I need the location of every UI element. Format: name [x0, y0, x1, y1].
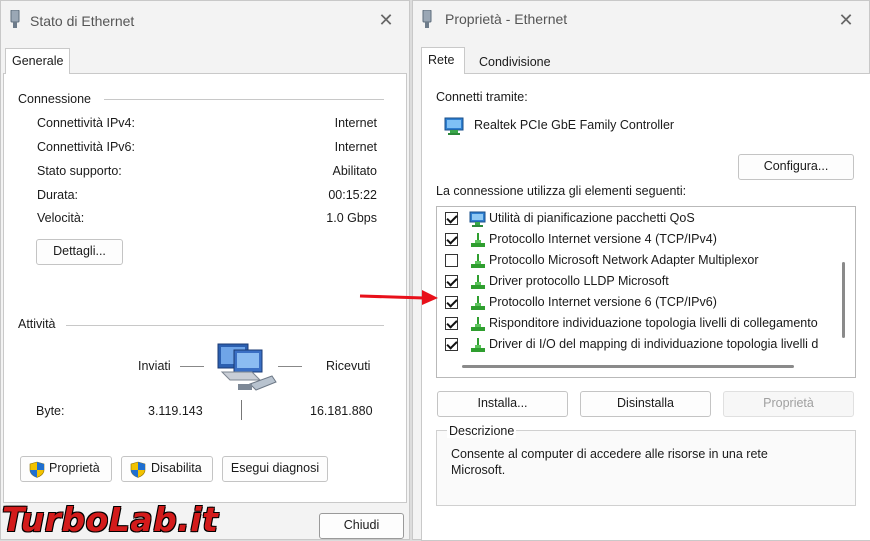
item-checkbox[interactable]	[445, 296, 458, 309]
title-bar: Proprietà - Ethernet ✕	[413, 1, 869, 41]
item-label: Driver protocollo LLDP Microsoft	[489, 274, 669, 288]
item-label: Protocollo Internet versione 4 (TCP/IPv4…	[489, 232, 717, 246]
item-label: Driver di I/O del mapping di individuazi…	[489, 337, 819, 351]
media-state-value: Abilitato	[332, 164, 377, 178]
horizontal-scrollbar[interactable]	[462, 365, 794, 368]
item-checkbox[interactable]	[445, 233, 458, 246]
group-divider	[66, 325, 384, 326]
item-properties-button[interactable]: Proprietà	[723, 391, 854, 417]
activity-divider	[241, 400, 242, 420]
item-checkbox[interactable]	[445, 338, 458, 351]
adapter-name: Realtek PCIe GbE Family Controller	[474, 118, 675, 132]
red-arrow-icon	[359, 290, 438, 305]
title-bar: Stato di Ethernet ✕	[1, 1, 409, 41]
activity-group-label: Attività	[18, 317, 56, 331]
sent-label: Inviati	[138, 359, 171, 373]
bytes-received-value: 16.181.880	[310, 404, 373, 418]
tab-strip: Rete Condivisione	[413, 47, 869, 74]
vertical-scrollbar[interactable]	[842, 262, 845, 338]
network-card-icon	[444, 117, 464, 135]
disable-button[interactable]: Disabilita	[121, 456, 213, 482]
ipv6-row: Connettività IPv6: Internet	[37, 140, 377, 160]
item-label: Protocollo Microsoft Network Adapter Mul…	[489, 253, 759, 267]
tab-strip: Generale	[1, 48, 409, 74]
general-tab-panel: Connessione Connettività IPv4: Internet …	[3, 73, 407, 503]
ipv6-value: Internet	[334, 140, 377, 154]
uninstall-button[interactable]: Disinstalla	[580, 391, 711, 417]
item-checkbox[interactable]	[445, 275, 458, 288]
configure-button[interactable]: Configura...	[738, 154, 854, 180]
properties-button-label: Proprietà	[49, 461, 100, 475]
description-text: Consente al computer di accedere alle ri…	[451, 447, 768, 477]
speed-row: Velocità: 1.0 Gbps	[37, 211, 377, 231]
duration-label: Durata:	[37, 188, 78, 202]
qos-icon	[469, 211, 486, 227]
ipv6-label: Connettività IPv6:	[37, 140, 135, 154]
uac-shield-icon	[130, 461, 146, 478]
connect-using-label: Connetti tramite:	[436, 90, 528, 104]
received-dash	[278, 366, 302, 367]
item-label: Risponditore individuazione topologia li…	[489, 316, 818, 330]
item-checkbox[interactable]	[445, 317, 458, 330]
properties-button[interactable]: Proprietà	[20, 456, 112, 482]
item-checkbox[interactable]	[445, 254, 458, 267]
watermark-logo: TurboLab.it	[2, 500, 219, 539]
speed-value: 1.0 Gbps	[326, 211, 377, 225]
protocol-icon	[471, 317, 485, 331]
media-state-row: Stato supporto: Abilitato	[37, 164, 377, 184]
close-button[interactable]: Chiudi	[319, 513, 404, 539]
window-title: Proprietà - Ethernet	[445, 11, 568, 27]
components-list[interactable]: Utilità di pianificazione pacchetti QoS …	[436, 206, 856, 378]
item-label: Utilità di pianificazione pacchetti QoS	[489, 211, 695, 225]
ethernet-status-window: Stato di Ethernet ✕ Generale Connessione…	[0, 0, 410, 540]
protocol-icon	[471, 254, 485, 268]
group-divider	[104, 99, 384, 100]
diagnose-button[interactable]: Esegui diagnosi	[222, 456, 328, 482]
item-label: Protocollo Internet versione 6 (TCP/IPv6…	[489, 295, 717, 309]
protocol-icon	[471, 233, 485, 247]
network-adapter-icon	[422, 10, 432, 28]
items-label: La connessione utilizza gli elementi seg…	[436, 184, 687, 198]
description-group-label: Descrizione	[447, 424, 517, 438]
install-button[interactable]: Installa...	[437, 391, 568, 417]
received-label: Ricevuti	[326, 359, 371, 373]
duration-value: 00:15:22	[328, 188, 377, 202]
tab-rete[interactable]: Rete	[421, 47, 465, 74]
speed-label: Velocità:	[37, 211, 85, 225]
close-icon[interactable]: ✕	[375, 9, 397, 31]
uac-shield-icon	[29, 461, 45, 478]
network-activity-icon	[217, 343, 277, 391]
ipv4-row: Connettività IPv4: Internet	[37, 116, 377, 136]
details-button[interactable]: Dettagli...	[36, 239, 123, 265]
ipv4-value: Internet	[334, 116, 377, 130]
ipv4-label: Connettività IPv4:	[37, 116, 135, 130]
window-title: Stato di Ethernet	[30, 13, 135, 29]
network-adapter-icon	[10, 10, 20, 28]
duration-row: Durata: 00:15:22	[37, 188, 377, 208]
item-checkbox[interactable]	[445, 212, 458, 225]
bytes-label: Byte:	[36, 404, 65, 418]
disable-button-label: Disabilita	[151, 461, 202, 475]
description-group: Consente al computer di accedere alle ri…	[436, 430, 856, 506]
sent-dash	[180, 366, 204, 367]
protocol-icon	[471, 275, 485, 289]
close-icon[interactable]: ✕	[835, 9, 857, 31]
protocol-icon	[471, 296, 485, 310]
protocol-icon	[471, 338, 485, 352]
media-state-label: Stato supporto:	[37, 164, 122, 178]
connection-group-label: Connessione	[18, 92, 91, 106]
tab-general[interactable]: Generale	[5, 48, 71, 74]
bytes-sent-value: 3.119.143	[148, 404, 203, 418]
